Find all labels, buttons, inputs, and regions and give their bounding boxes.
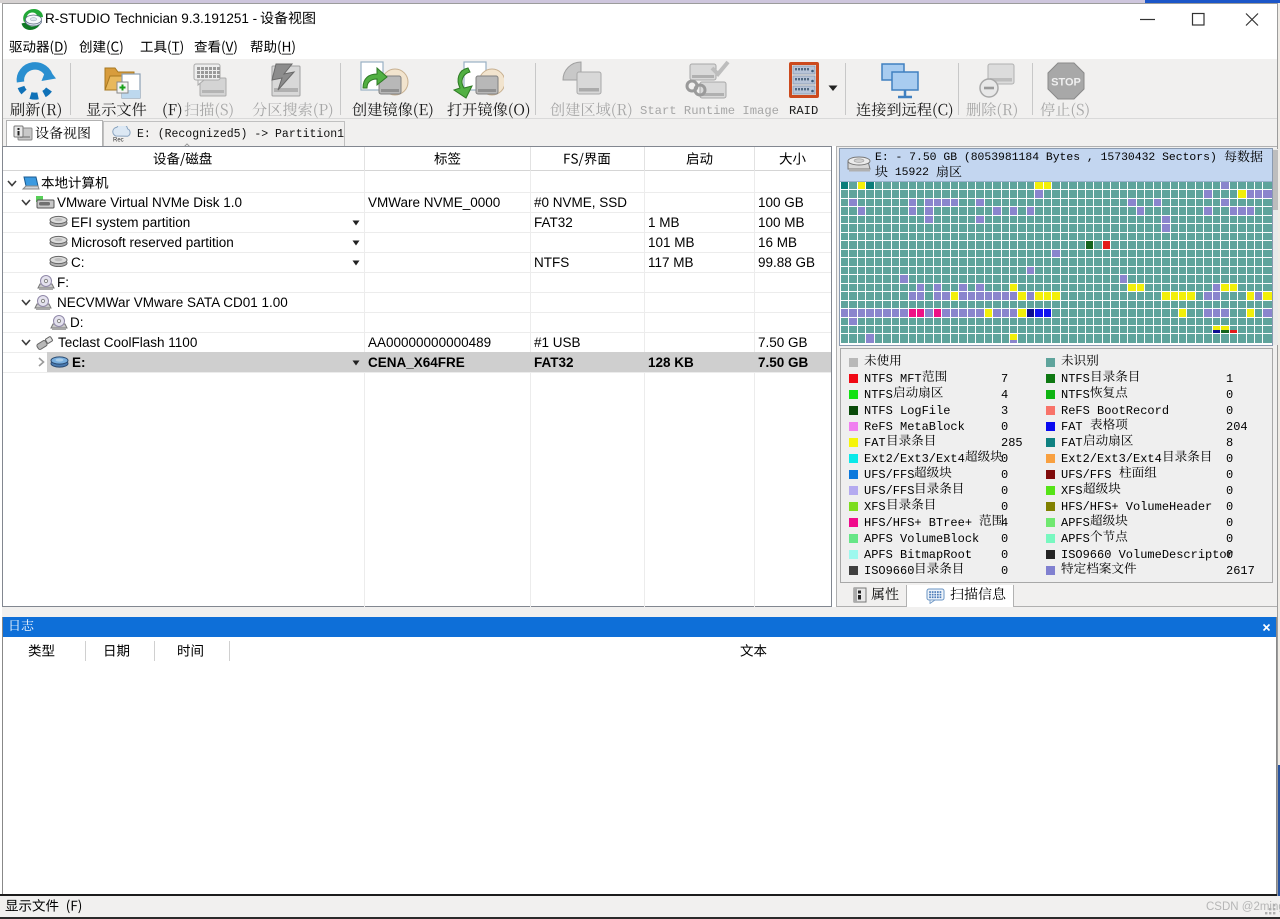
svg-text:Rec: Rec xyxy=(113,138,124,144)
svg-text:STOP: STOP xyxy=(1051,77,1081,89)
